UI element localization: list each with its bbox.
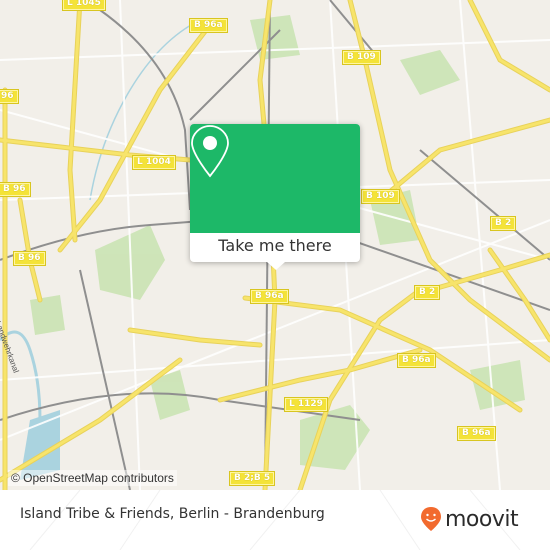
popup-pointer xyxy=(267,262,285,270)
road-label-b109: B 109 xyxy=(342,50,381,65)
road-label-b96: B 96 xyxy=(13,251,46,266)
map[interactable]: L 1045 B 96a B 109 B 96 L 1004 B 96 B 10… xyxy=(0,0,550,490)
road-label-b96a: B 96a xyxy=(457,426,496,441)
moovit-logo[interactable]: moovit xyxy=(420,504,519,534)
brand-name: moovit xyxy=(445,506,519,532)
moovit-pin-icon xyxy=(421,507,441,531)
footer: Island Tribe & Friends, Berlin - Branden… xyxy=(0,490,550,550)
road-label-b96: B 96 xyxy=(0,89,19,104)
popup-header xyxy=(190,124,360,233)
road-label-b2: B 2 xyxy=(490,216,517,231)
location-pin-icon xyxy=(191,125,229,178)
road-label-l1045: L 1045 xyxy=(62,0,106,11)
road-label-b96a: B 96a xyxy=(250,289,289,304)
place-title: Island Tribe & Friends, Berlin - Branden… xyxy=(20,506,325,522)
take-me-there-button[interactable]: Take me there xyxy=(190,233,360,262)
road-label-b2-b5: B 2;B 5 xyxy=(229,471,276,486)
road-label-l1129: L 1129 xyxy=(284,397,328,412)
road-label-b96a: B 96a xyxy=(189,18,228,33)
park-area xyxy=(400,50,460,95)
road-label-b96a: B 96a xyxy=(397,353,436,368)
road-label-b2: B 2 xyxy=(414,285,441,300)
park-area xyxy=(30,295,65,335)
stream xyxy=(89,19,201,201)
road-label-l1004: L 1004 xyxy=(132,155,176,170)
map-attribution[interactable]: © OpenStreetMap contributors xyxy=(8,470,177,486)
road-label-b109: B 109 xyxy=(361,189,400,204)
road-label-b96: B 96 xyxy=(0,182,31,197)
destination-popup: Take me there xyxy=(190,124,360,270)
